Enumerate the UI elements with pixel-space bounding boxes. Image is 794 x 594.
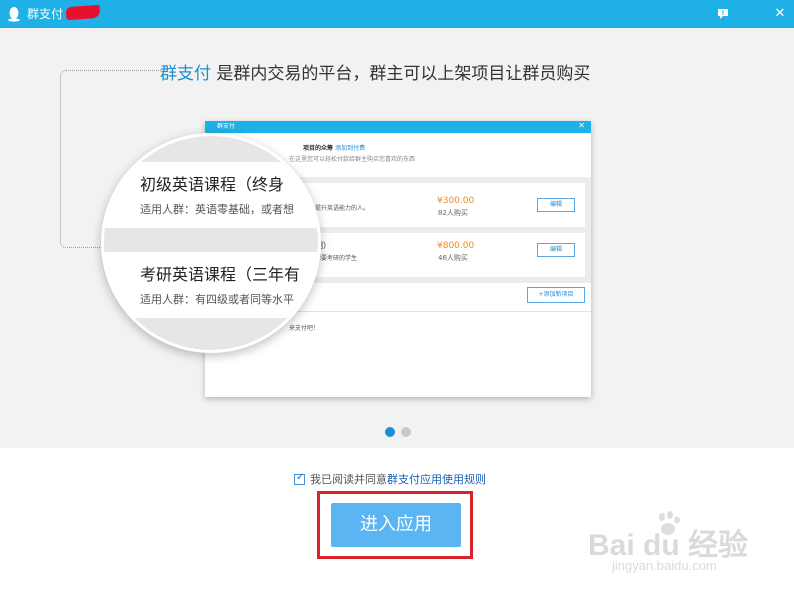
mockup-header: 项目的众筹 添加到付费	[303, 145, 366, 152]
magnified-course-desc: 适用人群：有四级或者同等水平	[140, 293, 294, 306]
redaction-scribble	[65, 4, 101, 21]
window-title: 群支付	[27, 7, 64, 21]
mockup-add-button: +添加新项目	[527, 287, 585, 303]
carousel-dot-active[interactable]	[385, 427, 395, 437]
baidu-jingyan-watermark: Bai du 经验 jingyan.baidu.com	[588, 506, 788, 578]
watermark-url: jingyan.baidu.com	[612, 558, 717, 573]
carousel-dot[interactable]	[401, 427, 411, 437]
intro-slide-area: 群支付 是群内交易的平台，群主可以上架项目让群员购买 群支付 ✕ 项目的众筹 添…	[0, 28, 794, 448]
mockup-item-desc: 需要考研的学生	[315, 255, 358, 262]
mockup-edit-button: 编辑	[537, 243, 575, 257]
magnified-item-2: 考研英语课程（三年有 适用人群：有四级或者同等水平	[104, 252, 318, 318]
mockup-item-buyers: 82人购买	[438, 209, 468, 217]
magnified-course-title: 考研英语课程（三年有	[140, 265, 301, 284]
speech-bubble-icon	[718, 9, 728, 19]
agreement-text: 我已阅读并同意	[310, 473, 387, 486]
mockup-close-icon: ✕	[578, 121, 585, 130]
mockup-footer-note: 来支付吧！	[289, 325, 320, 332]
mockup-item-desc: 提升英语能力的人。	[315, 205, 370, 212]
headline-text: 是群内交易的平台，群主可以上架项目让群员购买	[211, 64, 591, 84]
feedback-button[interactable]	[713, 4, 733, 24]
mockup-item-price: ¥800.00	[437, 241, 475, 251]
enter-app-button[interactable]: 进入应用	[331, 503, 461, 547]
magnified-item-1: 初级英语课程（终身 适用人群：英语零基础，或者想	[104, 162, 318, 228]
checkmark-icon: ✓	[296, 472, 305, 483]
mockup-titlebar: 群支付 ✕	[205, 121, 591, 133]
close-icon: ✕	[774, 6, 786, 21]
mockup-item-price: ¥300.00	[437, 196, 475, 206]
title-bar: 群支付 ✕	[0, 0, 794, 28]
slide-headline: 群支付 是群内交易的平台，群主可以上架项目让群员购买	[160, 62, 590, 86]
agreement-link[interactable]: 群支付应用使用规则	[387, 473, 486, 486]
magnifier-lens: 初级英语课程（终身 适用人群：英语零基础，或者想 考研英语课程（三年有 适用人群…	[101, 133, 321, 353]
agreement-checkbox[interactable]: ✓	[294, 472, 305, 485]
mockup-title: 群支付	[217, 123, 236, 130]
close-button[interactable]: ✕	[770, 4, 790, 24]
mockup-item-buyers: 46人购买	[438, 254, 468, 262]
magnified-course-desc: 适用人群：英语零基础，或者想	[140, 203, 294, 216]
qq-penguin-icon	[8, 7, 20, 22]
headline-highlight: 群支付	[160, 64, 211, 84]
magnified-course-title: 初级英语课程（终身	[140, 175, 285, 194]
mockup-edit-button: 编辑	[537, 198, 575, 212]
